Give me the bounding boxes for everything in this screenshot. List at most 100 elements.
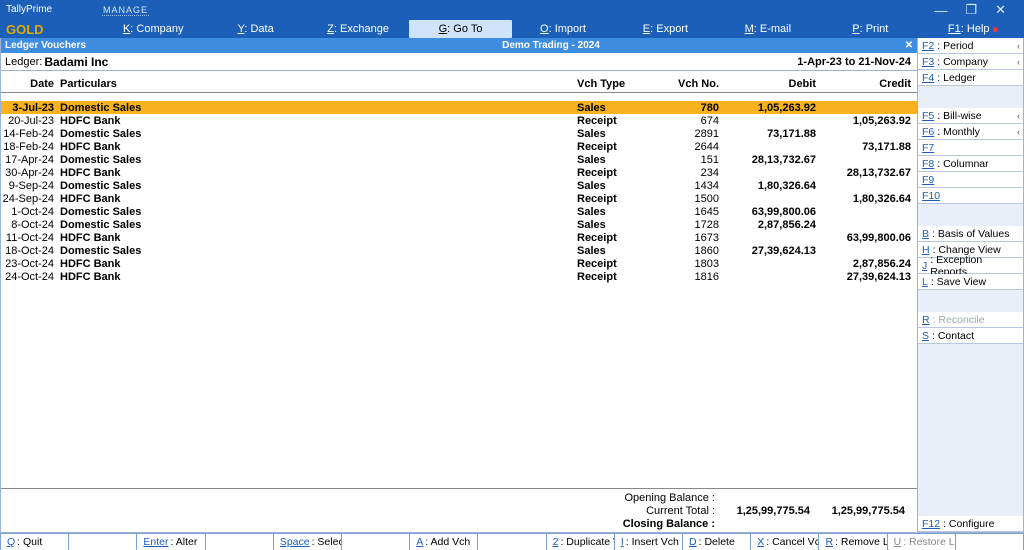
cell-debit: 1,80,326.64 [727,180,822,192]
col-credit: Credit [822,78,917,90]
window-minimize-icon[interactable]: — [934,3,947,18]
cell-particulars: HDFC Bank [56,193,577,205]
cell-particulars: Domestic Sales [56,102,577,114]
table-row[interactable]: 14-Feb-24Domestic SalesSales289173,171.8… [1,127,917,140]
table-row[interactable]: 24-Oct-24HDFC BankReceipt1816 27,39,624.1… [1,270,917,283]
shortcut-addvch[interactable]: A: Add Vch [410,534,478,550]
sidebar-j[interactable]: J: Exception Reports [918,258,1023,274]
sidebar-f12[interactable]: F12: Configure [918,516,1023,532]
table-row[interactable]: 23-Oct-24HDFC BankReceipt18032,87,856.24 [1,257,917,270]
company-name: Demo Trading - 2024 [201,40,901,51]
cell-vchno: 674 [667,115,727,127]
menu-data[interactable]: Y: Data [204,20,306,38]
cell-date: 14-Feb-24 [1,128,56,140]
cell-vchno: 151 [667,154,727,166]
cell-vchno: 2891 [667,128,727,140]
cell-particulars: Domestic Sales [56,128,577,140]
sidebar-l[interactable]: L: Save View [918,274,1023,290]
closing-label: Closing Balance : [1,518,721,530]
shortcut-insvch[interactable]: I: Insert Vch [615,534,683,550]
col-vchno: Vch No. [667,78,727,90]
cell-vchno: 1860 [667,245,727,257]
menu-help[interactable]: F1: Help [922,20,1024,38]
col-particulars: Particulars [56,78,577,90]
cell-vchtype: Sales [577,102,667,114]
cell-particulars: Domestic Sales [56,180,577,192]
cell-particulars: HDFC Bank [56,258,577,270]
cell-vchno: 1434 [667,180,727,192]
current-cr: 1,25,99,775.54 [816,505,911,517]
cell-particulars: HDFC Bank [56,141,577,153]
report-close-icon[interactable]: ✕ [901,40,917,51]
shortcut-quit[interactable]: Q: Quit [0,534,69,550]
table-row[interactable]: 30-Apr-24HDFC BankReceipt23428,13,732.67 [1,166,917,179]
cell-debit: 2,87,856.24 [727,219,822,231]
cell-vchtype: Sales [577,206,667,218]
cell-vchtype: Receipt [577,193,667,205]
cell-vchno: 2644 [667,141,727,153]
shortcut-blank [478,534,546,550]
shortcut-alter[interactable]: Enter: Alter [137,534,205,550]
sidebar-s[interactable]: S: Contact [918,328,1023,344]
manage-link[interactable]: MANAGE [102,5,149,16]
cell-date: 17-Apr-24 [1,154,56,166]
cell-date: 9-Sep-24 [1,180,56,192]
shortcut-blank [69,534,137,550]
table-row[interactable]: 9-Sep-24Domestic SalesSales14341,80,326.… [1,179,917,192]
menu-print[interactable]: P: Print [819,20,921,38]
cell-vchno: 1816 [667,271,727,283]
cell-credit: 63,99,800.06 [822,232,917,244]
menu-goto[interactable]: G: Go To [409,20,511,38]
table-row[interactable]: 3-Jul-23Domestic SalesSales7801,05,263.9… [1,101,917,114]
menu-export[interactable]: E: Export [614,20,716,38]
app-name: TallyPrime [6,5,102,15]
cell-date: 24-Sep-24 [1,193,56,205]
report-header: Ledger Vouchers Demo Trading - 2024 ✕ [1,38,917,53]
window-maximize-icon[interactable]: ❐ [965,2,977,18]
cell-date: 30-Apr-24 [1,167,56,179]
cell-date: 23-Oct-24 [1,258,56,270]
menu-company[interactable]: K: Company [102,20,204,38]
shortcut-dupvch[interactable]: 2: Duplicate Vch [547,534,615,550]
cell-debit: 27,39,624.13 [727,245,822,257]
sidebar-f6[interactable]: F6: Monthly‹ [918,124,1023,140]
sidebar-f8[interactable]: F8: Columnar [918,156,1023,172]
table-row[interactable]: 20-Jul-23HDFC BankReceipt6741,05,263.92 [1,114,917,127]
date-range: 1-Apr-23 to 21-Nov-24 [797,56,911,68]
cell-particulars: HDFC Bank [56,271,577,283]
cell-date: 24-Oct-24 [1,271,56,283]
table-row[interactable]: 18-Oct-24Domestic SalesSales186027,39,62… [1,244,917,257]
table-row[interactable]: 8-Oct-24Domestic SalesSales17282,87,856.… [1,218,917,231]
shortcut-bar: Q: Quit Enter: Alter Space: Select A: Add V… [0,533,1024,550]
voucher-grid[interactable]: 3-Jul-23Domestic SalesSales7801,05,263.9… [1,93,917,488]
sidebar-f5[interactable]: F5: Bill-wise‹ [918,108,1023,124]
cell-vchtype: Sales [577,245,667,257]
shortcut-blank [342,534,410,550]
shortcut-delete[interactable]: D: Delete [683,534,751,550]
shortcut-select[interactable]: Space: Select [274,534,342,550]
table-row[interactable]: 24-Sep-24HDFC BankReceipt15001,80,326.64 [1,192,917,205]
menu-exchange[interactable]: Z: Exchange [307,20,409,38]
sidebar-b[interactable]: B: Basis of Values [918,226,1023,242]
table-row[interactable]: 1-Oct-24Domestic SalesSales164563,99,800… [1,205,917,218]
sidebar-f4[interactable]: F4: Ledger [918,70,1023,86]
table-row[interactable]: 18-Feb-24HDFC BankReceipt264473,171.88 [1,140,917,153]
menu-import[interactable]: O: Import [512,20,614,38]
sidebar-f2[interactable]: F2: Period‹ [918,38,1023,54]
cell-date: 18-Oct-24 [1,245,56,257]
cell-vchno: 234 [667,167,727,179]
col-vchtype: Vch Type [577,78,667,90]
sidebar-f3[interactable]: F3: Company‹ [918,54,1023,70]
cell-vchtype: Sales [577,219,667,231]
shortcut-remline[interactable]: R: Remove Line [819,534,887,550]
menu-email[interactable]: M: E-mail [717,20,819,38]
window-close-icon[interactable]: ✕ [995,2,1006,18]
cell-debit: 63,99,800.06 [727,206,822,218]
cell-credit: 27,39,624.13 [822,271,917,283]
cell-date: 3-Jul-23 [1,102,56,114]
table-row[interactable]: 11-Oct-24HDFC BankReceipt167363,99,800.0… [1,231,917,244]
shortcut-cancel[interactable]: X: Cancel Vch [751,534,819,550]
cell-date: 11-Oct-24 [1,232,56,244]
cell-vchtype: Receipt [577,271,667,283]
table-row[interactable]: 17-Apr-24Domestic SalesSales15128,13,732… [1,153,917,166]
